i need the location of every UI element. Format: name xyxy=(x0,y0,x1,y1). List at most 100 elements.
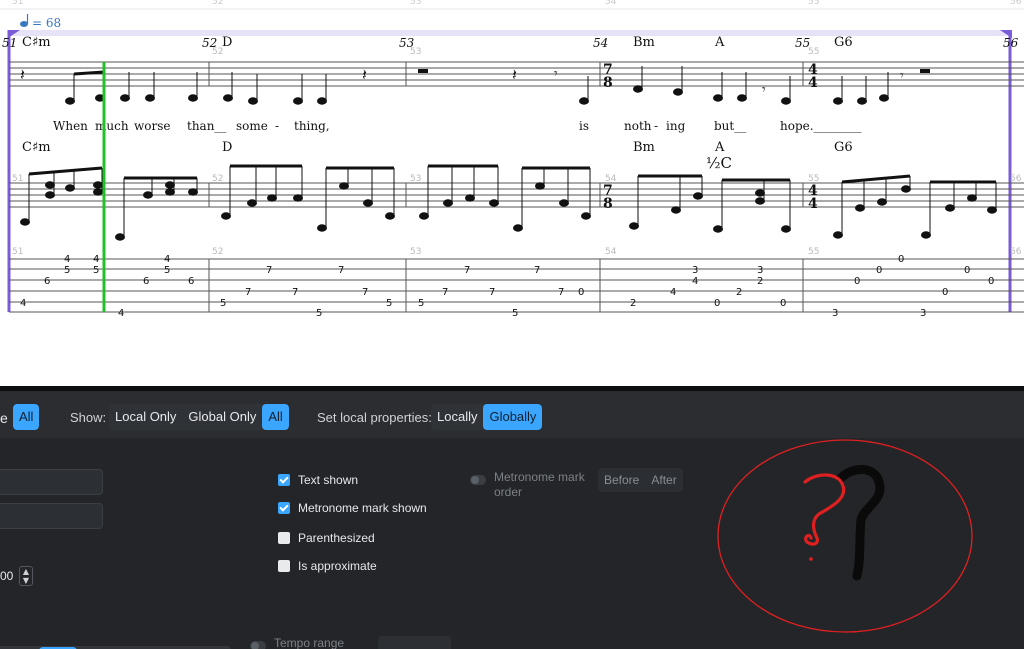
svg-text:4: 4 xyxy=(64,254,70,265)
chord-symbols-top: C♯m D Bm A G6 xyxy=(22,35,853,50)
before-button[interactable]: Before xyxy=(598,468,645,492)
svg-text:𝄾: 𝄾 xyxy=(554,66,558,82)
show-all-button[interactable]: All xyxy=(262,404,289,430)
svg-text:4: 4 xyxy=(20,298,26,309)
tempo-range-input[interactable] xyxy=(378,636,451,649)
svg-text:C♯m: C♯m xyxy=(22,140,51,155)
tempo-mark[interactable]: = 68 xyxy=(20,14,61,30)
svg-text:4: 4 xyxy=(164,254,170,265)
svg-text:53: 53 xyxy=(410,47,421,57)
show-global-only-button[interactable]: Global Only xyxy=(182,404,262,430)
tempo-range-toggle[interactable] xyxy=(250,641,266,649)
is-approximate-checkbox[interactable]: Is approximate xyxy=(278,559,377,573)
filter-all-toggle[interactable]: All xyxy=(13,404,40,430)
guitar-staff xyxy=(9,182,1024,208)
score-view[interactable]: 51 52 53 54 55 56 = 68 51 52 53 54 55 56… xyxy=(0,0,1024,386)
svg-text:56: 56 xyxy=(1010,174,1022,184)
guitar-notes xyxy=(20,164,997,241)
svg-text:G6: G6 xyxy=(834,35,853,50)
svg-text:7: 7 xyxy=(558,287,564,298)
tab-fret-numbers: 4 6 4 5 4 5 4 6 4 5 6 5 7 7 7 5 7 7 5 5 … xyxy=(20,254,994,319)
svg-text:0: 0 xyxy=(714,298,720,309)
svg-text:56: 56 xyxy=(1003,36,1019,50)
svg-text:0: 0 xyxy=(898,254,904,265)
ruler-number: 51 xyxy=(12,0,23,7)
set-local-segmented-control[interactable]: Locally Globally xyxy=(431,404,543,430)
globally-button[interactable]: Globally xyxy=(483,404,543,430)
svg-text:ing: ing xyxy=(666,119,686,133)
svg-text:noth: noth xyxy=(624,119,652,133)
svg-text:but__: but__ xyxy=(714,119,746,133)
text-input-1[interactable] xyxy=(0,469,103,495)
svg-text:0: 0 xyxy=(942,287,948,298)
svg-text:5: 5 xyxy=(164,265,170,276)
checkbox-checked-icon xyxy=(278,502,290,514)
svg-text:much: much xyxy=(95,119,129,133)
svg-text:A: A xyxy=(714,140,725,155)
svg-text:than__: than__ xyxy=(187,119,226,133)
tempo-properties: 00 ▲▼ ♪ ♩ 𝅗𝅥 𝅝 • •• Text shown Metronome… xyxy=(0,438,693,649)
tab-staff xyxy=(9,258,1024,313)
bpm-spinner[interactable]: ▲ ▼ xyxy=(19,566,33,586)
svg-text:56: 56 xyxy=(1010,247,1022,257)
svg-text:7: 7 xyxy=(442,287,448,298)
show-label: Show: xyxy=(70,410,107,425)
metronome-order-segmented[interactable]: Before After xyxy=(598,468,683,492)
svg-text:55: 55 xyxy=(808,247,819,257)
svg-text:51: 51 xyxy=(12,247,23,257)
svg-text:0: 0 xyxy=(578,287,584,298)
is-approximate-label: Is approximate xyxy=(298,559,377,573)
metronome-order-toggle[interactable] xyxy=(470,475,486,485)
ruler-number: 52 xyxy=(212,0,223,7)
score-canvas: 51 52 53 54 55 56 = 68 51 52 53 54 55 56… xyxy=(0,0,1024,319)
svg-text:5: 5 xyxy=(418,298,424,309)
small-measure-numbers: 52 53 55 xyxy=(212,47,819,57)
svg-text:Bm: Bm xyxy=(633,35,655,50)
svg-text:54: 54 xyxy=(593,36,608,50)
after-button[interactable]: After xyxy=(645,468,682,492)
locally-button[interactable]: Locally xyxy=(431,404,483,430)
svg-text:C♯m: C♯m xyxy=(22,35,51,50)
show-segmented-control[interactable]: Local Only Global Only All xyxy=(109,404,289,430)
ruler-number: 55 xyxy=(808,0,819,7)
svg-text:A: A xyxy=(714,35,725,50)
svg-text:54: 54 xyxy=(605,247,617,257)
svg-text:52: 52 xyxy=(212,247,223,257)
svg-text:0: 0 xyxy=(854,276,860,287)
svg-text:When: When xyxy=(53,119,88,133)
svg-text:2: 2 xyxy=(630,298,636,309)
tempo-value: = 68 xyxy=(32,16,61,30)
text-shown-checkbox[interactable]: Text shown xyxy=(278,473,358,487)
svg-text:55: 55 xyxy=(808,47,819,57)
checkbox-checked-icon xyxy=(278,474,290,486)
filter-all-button[interactable]: All xyxy=(13,404,40,430)
svg-text:𝄽: 𝄽 xyxy=(20,65,25,84)
svg-text:53: 53 xyxy=(410,247,421,257)
measure-numbers: 51 52 53 54 55 56 xyxy=(2,36,1019,50)
checkbox-unchecked-icon xyxy=(278,560,290,572)
quarter-note-icon xyxy=(20,21,28,27)
parenthesized-checkbox[interactable]: Parenthesized xyxy=(278,531,375,545)
svg-text:7: 7 xyxy=(362,287,368,298)
text-input-2[interactable] xyxy=(0,503,103,529)
panel-divider[interactable] xyxy=(0,386,1024,391)
set-local-properties-label: Set local properties: xyxy=(317,410,432,425)
svg-text:7: 7 xyxy=(245,287,251,298)
show-local-only-button[interactable]: Local Only xyxy=(109,404,182,430)
svg-text:4: 4 xyxy=(808,196,818,212)
ruler-number: 53 xyxy=(410,0,421,7)
svg-text:0: 0 xyxy=(988,276,994,287)
lyrics: When much worse than__ some - thing, is … xyxy=(53,119,862,133)
svg-text:4: 4 xyxy=(118,308,124,319)
guitar-time-signature: 7 8 4 4 xyxy=(603,183,818,212)
svg-text:4: 4 xyxy=(692,276,698,287)
metronome-mark-shown-checkbox[interactable]: Metronome mark shown xyxy=(278,501,427,515)
loop-range[interactable] xyxy=(7,30,1012,312)
question-mark-annotation xyxy=(717,439,973,633)
svg-text:3: 3 xyxy=(692,265,698,276)
svg-text:3: 3 xyxy=(920,308,926,319)
svg-text:7: 7 xyxy=(266,265,272,276)
svg-text:7: 7 xyxy=(534,265,540,276)
svg-text:5: 5 xyxy=(220,298,226,309)
filter-partial-label: e xyxy=(0,410,8,426)
